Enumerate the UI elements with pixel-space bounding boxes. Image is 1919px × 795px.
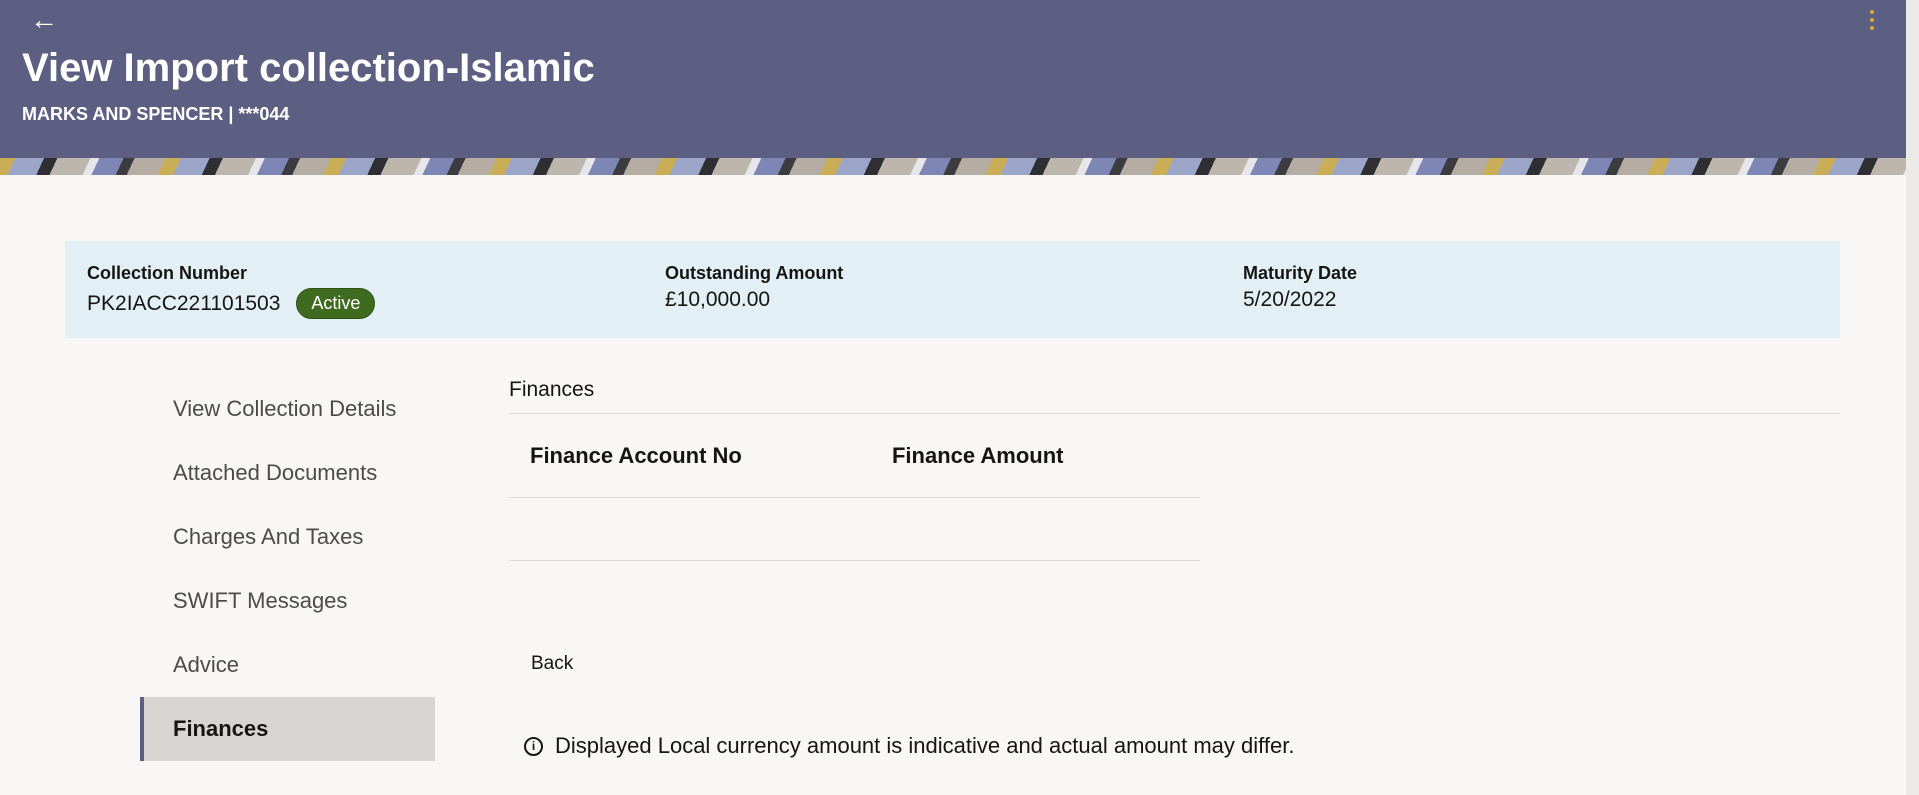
sidebar-item-advice[interactable]: Advice — [140, 633, 435, 697]
sidebar-item-charges-and-taxes[interactable]: Charges And Taxes — [140, 505, 435, 569]
currency-disclaimer-text: Displayed Local currency amount is indic… — [555, 733, 1295, 758]
sidebar-item-attached-documents[interactable]: Attached Documents — [140, 441, 435, 505]
maturity-date-block: Maturity Date 5/20/2022 — [1243, 263, 1357, 312]
outstanding-amount-block: Outstanding Amount £10,000.00 — [665, 263, 843, 312]
table-empty-row — [509, 498, 1200, 561]
page-subtitle: MARKS AND SPENCER | ***044 — [22, 104, 290, 124]
page-scrollbar[interactable] — [1906, 0, 1919, 795]
section-title: Finances — [509, 370, 1840, 414]
table-header-row: Finance Account No Finance Amount — [509, 414, 1200, 498]
back-button[interactable]: Back — [531, 653, 573, 675]
column-header-finance-amount: Finance Amount — [891, 442, 1064, 468]
sidebar-item-swift-messages[interactable]: SWIFT Messages — [140, 569, 435, 633]
page-header: ← View Import collection-Islamic MARKS A… — [0, 0, 1906, 175]
currency-disclaimer: i Displayed Local currency amount is ind… — [524, 733, 1294, 759]
collection-number-block: Collection Number PK2IACC221101503 Activ… — [87, 263, 376, 319]
column-header-finance-account-no: Finance Account No — [530, 442, 742, 468]
outstanding-amount-label: Outstanding Amount — [665, 263, 844, 283]
info-icon: i — [524, 736, 543, 756]
collection-summary: Collection Number PK2IACC221101503 Activ… — [65, 241, 1840, 338]
finances-table: Finance Account No Finance Amount — [509, 414, 1200, 561]
collection-number-label: Collection Number — [87, 263, 248, 283]
sidebar-item-view-collection-details[interactable]: View Collection Details — [140, 377, 435, 441]
collection-number-row: PK2IACC221101503 Active — [87, 288, 376, 319]
outstanding-amount-value: £10,000.00 — [665, 288, 771, 311]
collection-number-value: PK2IACC221101503 — [87, 291, 281, 315]
sidebar-item-finances[interactable]: Finances — [140, 697, 435, 761]
back-arrow-icon[interactable]: ← — [30, 6, 62, 34]
maturity-date-value: 5/20/2022 — [1243, 288, 1337, 311]
finances-panel: Finances Finance Account No Finance Amou… — [509, 370, 1840, 561]
page-title: View Import collection-Islamic — [22, 46, 595, 90]
sidebar-nav: View Collection Details Attached Documen… — [140, 377, 435, 761]
maturity-date-label: Maturity Date — [1243, 263, 1358, 283]
kebab-menu-icon[interactable] — [1862, 6, 1882, 34]
decorative-pattern-band — [0, 158, 1906, 175]
status-badge: Active — [296, 288, 376, 319]
